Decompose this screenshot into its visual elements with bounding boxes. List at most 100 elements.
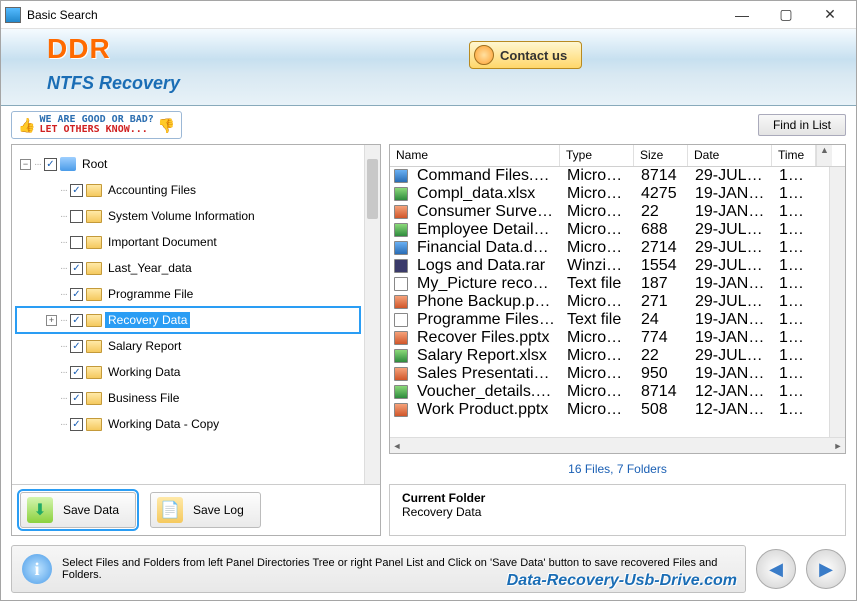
feedback-box[interactable]: 👍 WE ARE GOOD OR BAD? LET OTHERS KNOW...… — [11, 111, 182, 139]
ddr-logo: DDR — [47, 33, 111, 65]
cell-name: Programme Files.txt — [411, 311, 561, 329]
list-row[interactable]: Phone Backup.pptxMicrosoft...27129-JUL-2… — [390, 293, 829, 311]
list-row[interactable]: Logs and Data.rarWinzip File155429-JUL-2… — [390, 257, 829, 275]
list-row[interactable]: Voucher_details.xlsxMicrosoft...871412-J… — [390, 383, 829, 401]
file-icon — [394, 169, 408, 183]
current-folder-value: Recovery Data — [402, 505, 833, 519]
checkbox[interactable]: ✓ — [70, 262, 83, 275]
scroll-left-arrow[interactable]: ◄ — [390, 441, 404, 451]
tree-item-label: Important Document — [105, 234, 220, 250]
col-type[interactable]: Type — [560, 145, 634, 166]
save-data-button[interactable]: ⬇ Save Data — [20, 492, 136, 528]
cell-name: Sales Presentation.pptx — [411, 365, 561, 383]
checkbox[interactable]: ✓ — [70, 288, 83, 301]
save-log-button[interactable]: 📄 Save Log — [150, 492, 261, 528]
save-data-icon: ⬇ — [27, 497, 53, 523]
current-folder-label: Current Folder — [402, 491, 833, 505]
directory-tree[interactable]: −···✓Root···✓Accounting Files···System V… — [12, 145, 364, 484]
cell-name: Logs and Data.rar — [411, 257, 561, 275]
checkbox[interactable]: ✓ — [70, 366, 83, 379]
expander-icon[interactable]: − — [20, 159, 31, 170]
col-size[interactable]: Size — [634, 145, 688, 166]
checkbox[interactable]: ✓ — [44, 158, 57, 171]
tree-item[interactable]: ···✓Working Data — [16, 359, 360, 385]
checkbox[interactable]: ✓ — [70, 314, 83, 327]
checkbox[interactable]: ✓ — [70, 392, 83, 405]
checkbox[interactable]: ✓ — [70, 340, 83, 353]
cell-date: 19-JAN-2021 — [689, 275, 773, 293]
close-button[interactable]: ✕ — [808, 2, 852, 28]
cell-size: 1554 — [635, 257, 689, 275]
col-time[interactable]: Time — [772, 145, 816, 166]
folder-icon — [86, 184, 102, 197]
cell-time: 16:55 — [773, 167, 817, 185]
list-vscrollbar[interactable] — [829, 167, 845, 437]
tree-scrollbar[interactable] — [364, 145, 380, 484]
cell-size: 24 — [635, 311, 689, 329]
cell-date: 29-JUL-2023 — [689, 167, 773, 185]
checkbox[interactable] — [70, 210, 83, 223]
checkbox[interactable]: ✓ — [70, 418, 83, 431]
list-rows[interactable]: Command Files.docxMicrosoft...871429-JUL… — [390, 167, 829, 437]
cell-date: 29-JUL-2023 — [689, 257, 773, 275]
tree-scroll-thumb[interactable] — [367, 159, 378, 219]
col-name[interactable]: Name — [390, 145, 560, 166]
list-row[interactable]: Command Files.docxMicrosoft...871429-JUL… — [390, 167, 829, 185]
info-icon: i — [22, 554, 52, 584]
file-icon — [394, 295, 408, 309]
cell-size: 774 — [635, 329, 689, 347]
cell-time: 16:55 — [773, 257, 817, 275]
list-row[interactable]: Sales Presentation.pptxMicrosoft...95019… — [390, 365, 829, 383]
cell-size: 950 — [635, 365, 689, 383]
scroll-right-arrow[interactable]: ► — [831, 441, 845, 451]
list-row[interactable]: My_Picture recovery.txtText file18719-JA… — [390, 275, 829, 293]
cell-name: Phone Backup.pptx — [411, 293, 561, 311]
tree-item[interactable]: ···✓Programme File — [16, 281, 360, 307]
minimize-button[interactable]: — — [720, 2, 764, 28]
col-date[interactable]: Date — [688, 145, 772, 166]
expander-icon[interactable]: + — [46, 315, 57, 326]
tree-item[interactable]: ···✓Business File — [16, 385, 360, 411]
checkbox[interactable] — [70, 236, 83, 249]
banner-subtitle: NTFS Recovery — [47, 73, 180, 94]
contact-us-button[interactable]: Contact us — [469, 41, 582, 69]
list-row[interactable]: Financial Data.docxMicrosoft...271429-JU… — [390, 239, 829, 257]
thumb-down-icon: 👍 — [158, 117, 175, 134]
tree-root[interactable]: −···✓Root — [16, 151, 360, 177]
nav-forward-button[interactable]: ▶ — [806, 549, 846, 589]
maximize-button[interactable]: ▢ — [764, 2, 808, 28]
cell-type: Text file — [561, 275, 635, 293]
cell-type: Microsoft... — [561, 347, 635, 365]
list-row[interactable]: Salary Report.xlsxMicrosoft...2229-JUL-2… — [390, 347, 829, 365]
cell-name: Voucher_details.xlsx — [411, 383, 561, 401]
tree-item[interactable]: ···Important Document — [16, 229, 360, 255]
list-row[interactable]: Recover Files.pptxMicrosoft...77419-JAN-… — [390, 329, 829, 347]
cell-type: Microsoft... — [561, 383, 635, 401]
cell-size: 4275 — [635, 185, 689, 203]
file-icon — [394, 205, 408, 219]
tree-item[interactable]: ···✓Accounting Files — [16, 177, 360, 203]
cell-type: Winzip File — [561, 257, 635, 275]
tree-item[interactable]: ···✓Salary Report — [16, 333, 360, 359]
list-header-scroll-arrow[interactable]: ▲ — [816, 145, 832, 166]
cell-name: My_Picture recovery.txt — [411, 275, 561, 293]
folder-icon — [86, 210, 102, 223]
checkbox[interactable]: ✓ — [70, 184, 83, 197]
list-row[interactable]: Employee Details.xlsxMicrosoft...68829-J… — [390, 221, 829, 239]
tree-item[interactable]: ···System Volume Information — [16, 203, 360, 229]
tree-item[interactable]: +···✓Recovery Data — [16, 307, 360, 333]
list-hscrollbar[interactable]: ◄ ► — [390, 437, 845, 453]
cell-time: 12:22 — [773, 401, 817, 419]
file-icon — [394, 385, 408, 399]
cell-type: Microsoft... — [561, 203, 635, 221]
folder-icon — [86, 392, 102, 405]
list-row[interactable]: Programme Files.txtText file2419-JAN-202… — [390, 311, 829, 329]
find-in-list-button[interactable]: Find in List — [758, 114, 846, 136]
nav-back-button[interactable]: ◀ — [756, 549, 796, 589]
tree-item[interactable]: ···✓Working Data - Copy — [16, 411, 360, 437]
contact-label: Contact us — [500, 48, 567, 63]
list-row[interactable]: Consumer Survey.pptxMicrosoft...2219-JAN… — [390, 203, 829, 221]
list-row[interactable]: Work Product.pptxMicrosoft...50812-JAN-2… — [390, 401, 829, 419]
list-row[interactable]: Compl_data.xlsxMicrosoft...427519-JAN-20… — [390, 185, 829, 203]
tree-item[interactable]: ···✓Last_Year_data — [16, 255, 360, 281]
